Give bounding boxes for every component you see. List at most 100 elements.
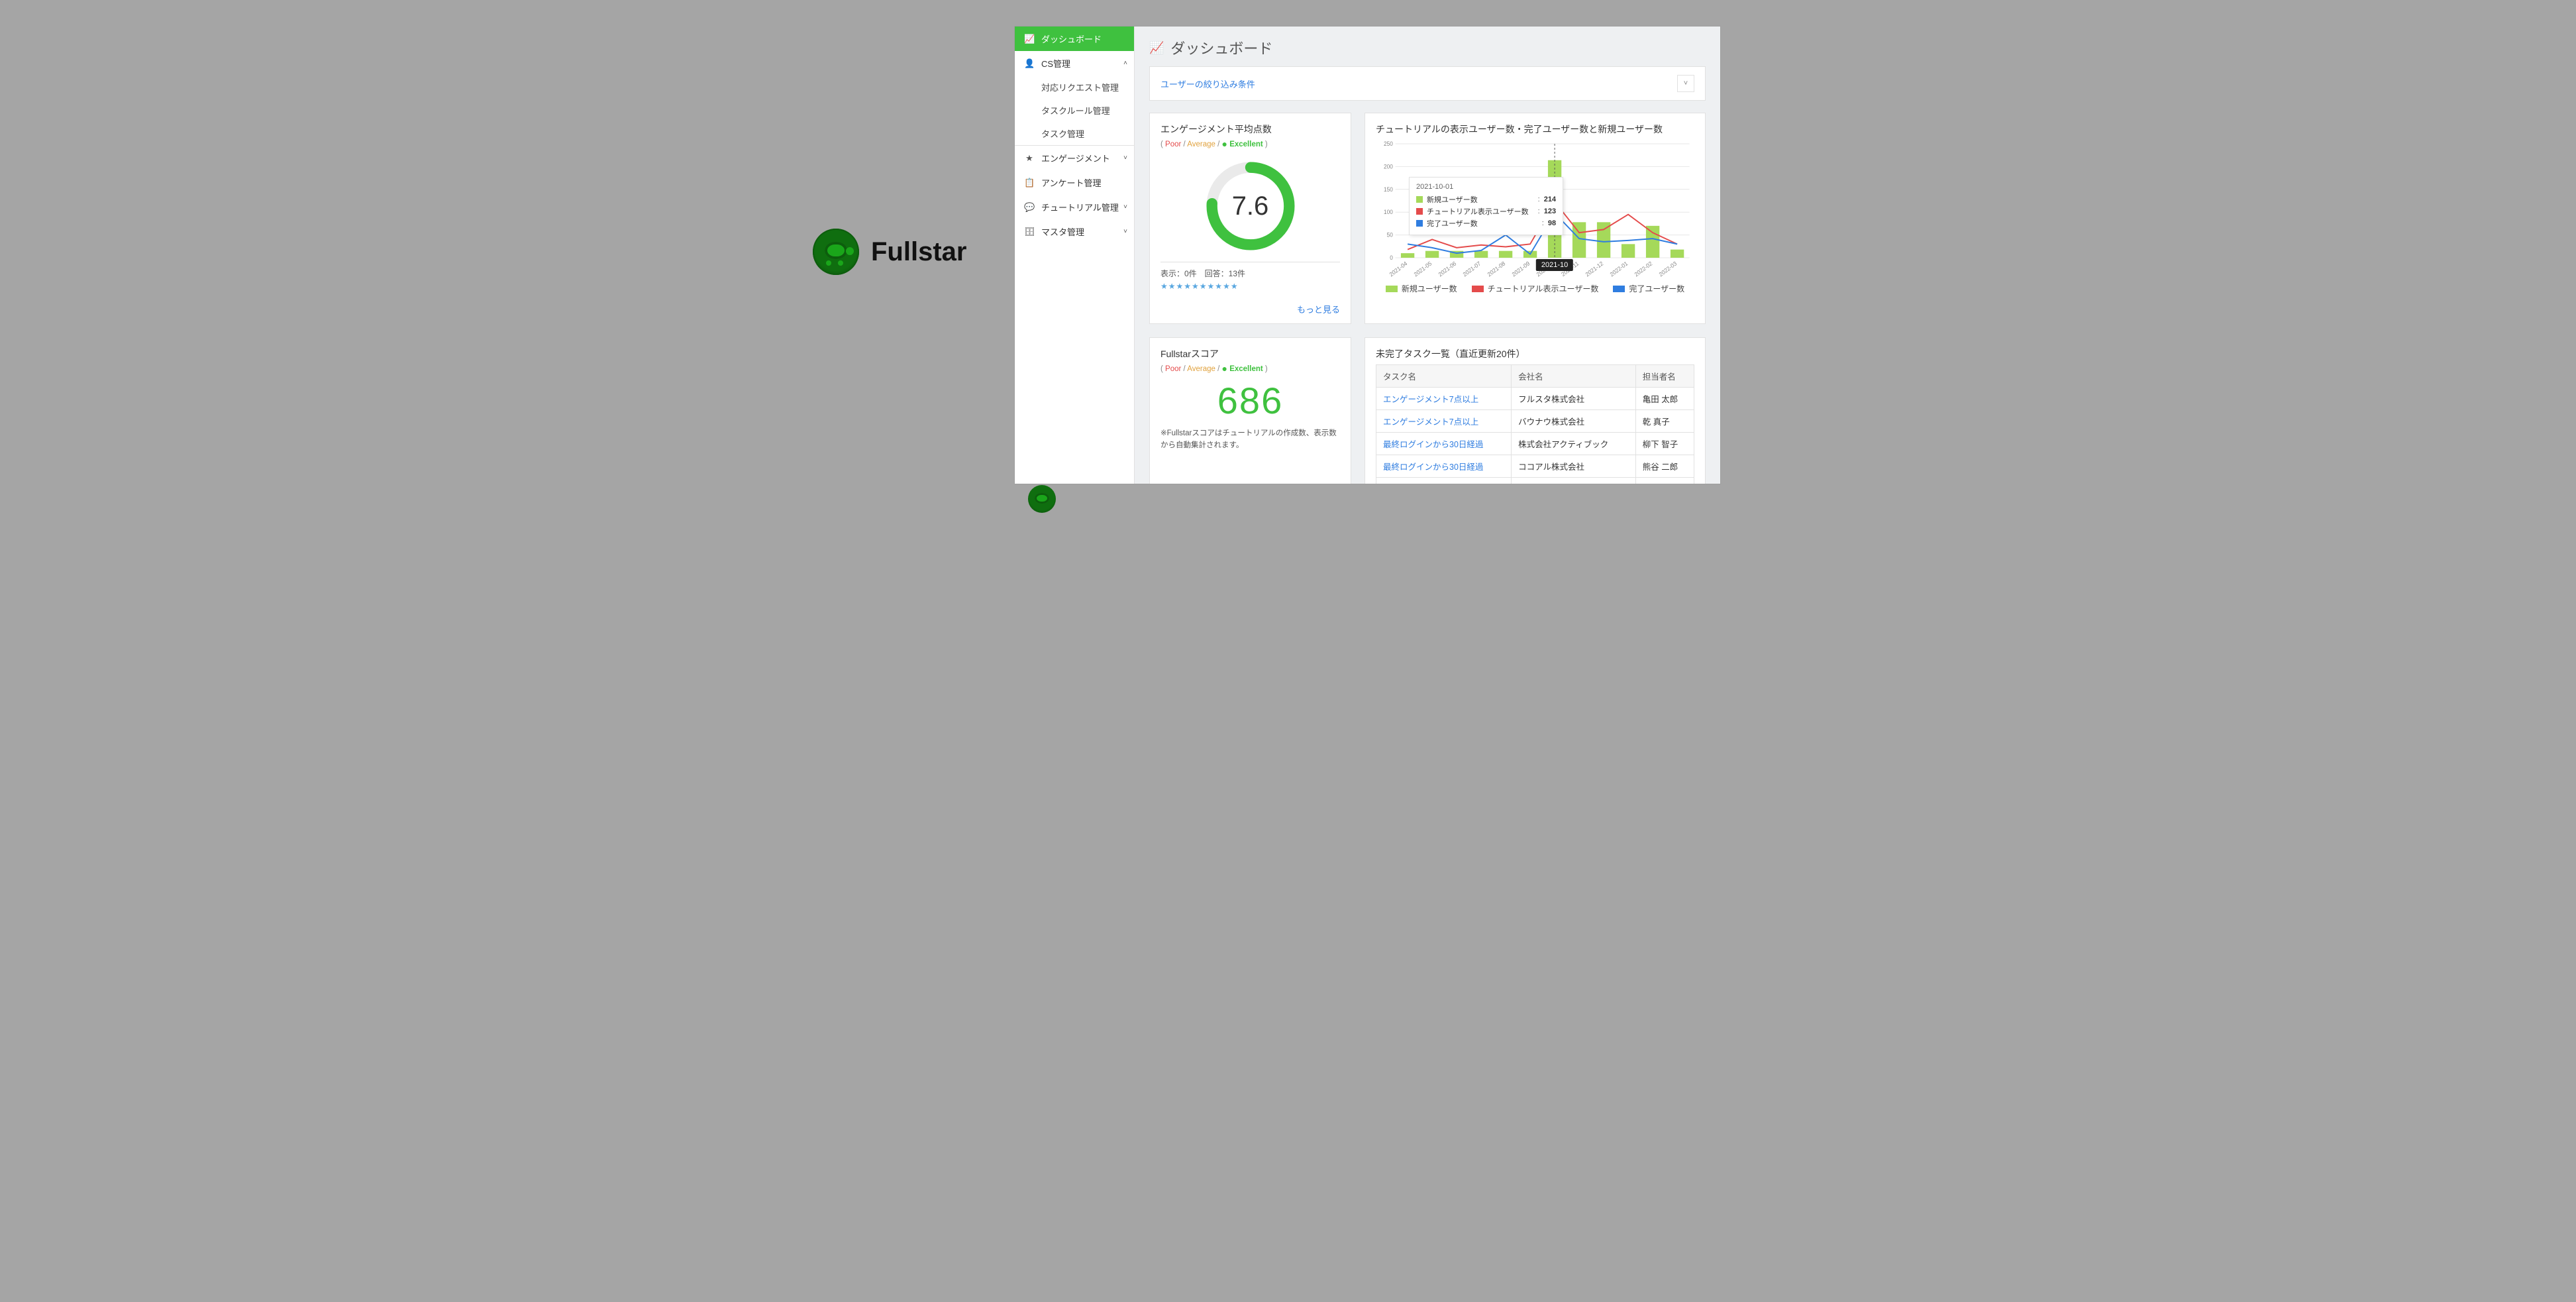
tooltip-row: 新規ユーザー数 :214 (1416, 193, 1556, 205)
table-header: 担当者名 (1635, 365, 1694, 388)
sidebar-item-label: チュートリアル管理 (1041, 201, 1119, 213)
filter-bar[interactable]: ユーザーの絞り込み条件 ˅ (1149, 66, 1706, 101)
engagement-stars: ★★★★★★★★★★ (1160, 282, 1340, 291)
tooltip-date: 2021-10-01 (1416, 183, 1556, 191)
task-link[interactable]: エンゲージメント7点以上 (1383, 395, 1478, 404)
engagement-score-value: 7.6 (1204, 160, 1297, 252)
page-title: 📈 ダッシュボード (1135, 27, 1720, 66)
chevron-down-icon: ˅ (1123, 203, 1127, 211)
svg-text:250: 250 (1384, 140, 1393, 147)
users-chart-card: チュートリアルの表示ユーザー数・完了ユーザー数と新規ユーザー数 05010015… (1365, 113, 1706, 324)
svg-text:0: 0 (1390, 254, 1393, 261)
table-row: 最終ログインから30日経過 ココアル株式会社熊谷 二郎 (1376, 455, 1694, 478)
card-title: Fullstarスコア (1160, 347, 1340, 360)
user-icon: 👤 (1024, 58, 1035, 69)
table-row: エンゲージメント7点以上バウナウ株式会社乾 真子 (1376, 410, 1694, 433)
svg-text:50: 50 (1387, 231, 1393, 238)
sidebar-item-survey[interactable]: 📋 アンケート管理 (1015, 170, 1134, 195)
table-header: 会社名 (1512, 365, 1636, 388)
chart-line-icon: 📈 (1024, 34, 1035, 44)
svg-text:200: 200 (1384, 163, 1393, 170)
filter-label: ユーザーの絞り込み条件 (1160, 78, 1255, 90)
table-row: 最終ログインから30日経過 株式会社アクティブック柳下 智子 (1376, 433, 1694, 455)
sidebar-subitem-request[interactable]: 対応リクエスト管理 (1015, 76, 1134, 99)
company-cell: ココアル株式会社 (1512, 455, 1636, 478)
sidebar-subitem-taskrule[interactable]: タスクルール管理 (1015, 99, 1134, 122)
sidebar-item-label: マスタ管理 (1041, 225, 1084, 238)
chevron-down-icon: ˅ (1684, 80, 1688, 87)
company-cell: バウナウ株式会社 (1512, 410, 1636, 433)
svg-text:100: 100 (1384, 209, 1393, 215)
users-chart[interactable]: 0501001502002502021-042021-052021-062021… (1376, 140, 1694, 279)
owner-cell: 亀田 太郎 (1635, 388, 1694, 410)
square-icon (1416, 220, 1423, 227)
square-icon (1386, 286, 1398, 292)
task-link[interactable]: 最終ログインから30日経過 (1383, 440, 1483, 449)
more-link[interactable]: もっと見る (1297, 305, 1340, 315)
floating-logo-icon[interactable] (1028, 485, 1056, 513)
engagement-gauge: 7.6 (1204, 160, 1297, 252)
square-icon (1416, 196, 1423, 203)
score-legend: ( Poor / Average / ● Excellent ) (1160, 138, 1340, 149)
tasks-card: 未完了タスク一覧（直近更新20件） タスク名 会社名 担当者名 エンゲージメント… (1365, 337, 1706, 484)
engagement-score-card: エンゲージメント平均点数 ( Poor / Average / ● Excell… (1149, 113, 1351, 324)
svg-text:2022-02: 2022-02 (1633, 260, 1654, 278)
svg-text:2022-01: 2022-01 (1609, 260, 1629, 278)
table-header: タスク名 (1376, 365, 1512, 388)
fullstar-score-value: 686 (1160, 379, 1340, 422)
chevron-down-icon: ˅ (1123, 228, 1127, 235)
owner-cell: 熊谷 二郎 (1635, 455, 1694, 478)
chart-line-icon: 📈 (1149, 41, 1164, 55)
svg-text:2021-05: 2021-05 (1413, 260, 1433, 278)
sidebar-subitem-task[interactable]: タスク管理 (1015, 122, 1134, 145)
card-title: 未完了タスク一覧（直近更新20件） (1376, 347, 1694, 360)
svg-text:2021-12: 2021-12 (1584, 260, 1605, 278)
square-icon (1613, 286, 1625, 292)
company-cell: 株式会社アクティブック (1512, 433, 1636, 455)
svg-text:2022-03: 2022-03 (1658, 260, 1678, 278)
svg-text:2021-09: 2021-09 (1511, 260, 1531, 278)
sidebar-item-cs[interactable]: 👤 CS管理 ˄ (1015, 51, 1134, 76)
engagement-substats: 表示：0件 回答：13件 (1160, 268, 1340, 279)
table-row: 最終ログインから30日経過株式会社ブルーモンキー猪田 花子 (1376, 478, 1694, 484)
filter-expand-button[interactable]: ˅ (1677, 75, 1694, 92)
main-area: 📈 ダッシュボード ユーザーの絞り込み条件 ˅ エンゲージメント平均点数 ( (1135, 27, 1720, 484)
task-link[interactable]: エンゲージメント7点以上 (1383, 417, 1478, 427)
square-icon (1416, 208, 1423, 215)
tooltip-row: 完了ユーザー数 :98 (1416, 217, 1556, 229)
sidebar-item-label: ダッシュボード (1041, 32, 1102, 45)
sidebar-item-label: エンゲージメント (1041, 152, 1110, 164)
archive-icon: 🗄 (1024, 227, 1035, 237)
product-brand: Fullstar (813, 229, 966, 275)
app-window: 📈 ダッシュボード 👤 CS管理 ˄ 対応リクエスト管理 タスクルール管理 タス… (1015, 27, 1720, 484)
sidebar-item-dashboard[interactable]: 📈 ダッシュボード (1015, 27, 1134, 51)
page-title-text: ダッシュボード (1170, 37, 1272, 58)
chart-tooltip: 2021-10-01 新規ユーザー数 :214 チュートリアル表示ユーザー数 :… (1409, 177, 1563, 235)
svg-text:2021-08: 2021-08 (1486, 260, 1507, 278)
chart-legend: 新規ユーザー数 チュートリアル表示ユーザー数 完了ユーザー数 (1376, 283, 1694, 294)
svg-text:2021-07: 2021-07 (1462, 260, 1482, 278)
task-link[interactable]: 最終ログインから30日経過 (1383, 462, 1483, 472)
score-legend: ( Poor / Average / ● Excellent ) (1160, 363, 1340, 374)
svg-text:150: 150 (1384, 186, 1393, 192)
star-icon: ★ (1024, 153, 1035, 164)
fullstar-score-card: Fullstarスコア ( Poor / Average / ● Excelle… (1149, 337, 1351, 484)
square-icon (1472, 286, 1484, 292)
card-title: エンゲージメント平均点数 (1160, 123, 1340, 136)
sidebar-item-engagement[interactable]: ★ エンゲージメント ˅ (1015, 145, 1134, 170)
sidebar-item-label: アンケート管理 (1041, 176, 1101, 189)
sidebar-item-tutorial[interactable]: 💬 チュートリアル管理 ˅ (1015, 195, 1134, 219)
sidebar-item-master[interactable]: 🗄 マスタ管理 ˅ (1015, 219, 1134, 244)
chart-highlight-label: 2021-10 (1536, 259, 1573, 271)
chevron-up-icon: ˄ (1123, 60, 1127, 67)
sidebar: 📈 ダッシュボード 👤 CS管理 ˄ 対応リクエスト管理 タスクルール管理 タス… (1015, 27, 1135, 484)
table-row: エンゲージメント7点以上 フルスタ株式会社亀田 太郎 (1376, 388, 1694, 410)
chat-icon: 💬 (1024, 202, 1035, 213)
owner-cell: 柳下 智子 (1635, 433, 1694, 455)
tasks-table: タスク名 会社名 担当者名 エンゲージメント7点以上フルスタ株式会社亀田 太郎エ… (1376, 364, 1694, 484)
company-cell: フルスタ株式会社 (1512, 388, 1636, 410)
sidebar-item-label: CS管理 (1041, 57, 1070, 70)
product-name: Fullstar (871, 237, 966, 267)
svg-text:2021-06: 2021-06 (1437, 260, 1458, 278)
clipboard-icon: 📋 (1024, 178, 1035, 188)
